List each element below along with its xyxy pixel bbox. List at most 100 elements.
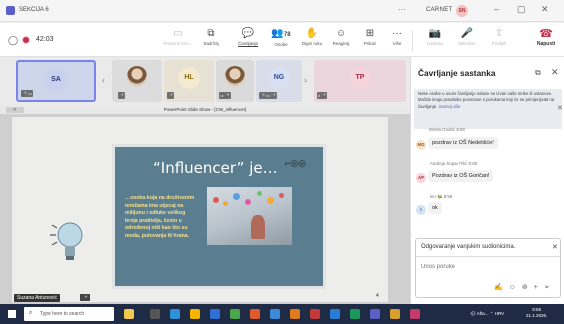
app-icon[interactable] bbox=[310, 309, 320, 319]
message-meta: Mirela Grubić 8:58 bbox=[429, 127, 465, 132]
app-icon[interactable] bbox=[170, 309, 180, 319]
chat-button[interactable]: 💬 Čavrljanje bbox=[233, 27, 263, 55]
slide-body: …osoba koja na društvenim mrežama ima ut… bbox=[125, 195, 195, 239]
maximize-button[interactable]: ▢ bbox=[517, 4, 526, 15]
app-icon[interactable] bbox=[230, 309, 240, 319]
divider bbox=[416, 256, 560, 257]
windows-taskbar: ⌕ Type here to search 🌨 Afta... ⌃ HRV 8:… bbox=[0, 304, 564, 324]
close-icon[interactable]: ✕ bbox=[551, 67, 559, 78]
participant-count: 78 bbox=[283, 32, 291, 38]
share-button[interactable]: ⇧ Podijeli bbox=[484, 27, 514, 55]
popout-icon[interactable]: ⧉ bbox=[535, 68, 541, 78]
chat-icon: 💬 bbox=[241, 28, 255, 39]
search-icon: ⌕ bbox=[29, 310, 33, 316]
external-participants-notice: Neke osobe u ovom čavrljanju nalaze se i… bbox=[414, 89, 562, 129]
grid-icon: ⊞ bbox=[365, 28, 375, 39]
shield-icon[interactable]: ◯ bbox=[8, 35, 18, 46]
message-avatar[interactable]: I bbox=[416, 205, 426, 215]
meeting-timer: 42:03 bbox=[36, 36, 54, 43]
message-meta: Andreja Šopar Pilić 8:58 bbox=[430, 161, 478, 166]
app-icon[interactable] bbox=[290, 309, 300, 319]
influencer-photo bbox=[207, 187, 292, 245]
smiley-icon: ☺ bbox=[335, 28, 347, 39]
meeting-chat-panel: Čavrljanje sastanka ⧉ ✕ Neke osobe u ovo… bbox=[410, 57, 564, 304]
reply-box: Odgovaranje vanjskim sudionicima. ✕ ✍☺⊛+… bbox=[415, 238, 561, 298]
phone-hangup-icon: ☎ bbox=[539, 28, 553, 40]
participant-photo bbox=[225, 66, 245, 86]
message-avatar[interactable]: AP bbox=[416, 173, 426, 183]
view-button[interactable]: ⊞ Prikaz bbox=[355, 27, 385, 55]
lightbulb-icon bbox=[50, 222, 83, 260]
participant-strip: SA 🎤 ▭ ‹ 🎤 HL 🎤 ▭ 🎤 NG 🎤 ▭ 🎤 › TP ıl 🎤 bbox=[0, 57, 410, 106]
app-icon[interactable] bbox=[410, 309, 420, 319]
participant-tile[interactable]: NG 🎤 ▭ 🎤 bbox=[256, 60, 302, 102]
content-button[interactable]: ⧉ Sadržaj bbox=[196, 27, 226, 55]
people-button[interactable]: 👥78 Osobe bbox=[266, 27, 296, 55]
live-captions-button: ▭ Prozorni kon... bbox=[163, 28, 193, 46]
camera-icon: 📷 bbox=[428, 28, 442, 39]
share-icon: ⇧ bbox=[494, 28, 504, 39]
edge-icon[interactable] bbox=[270, 309, 280, 319]
app-icon[interactable] bbox=[330, 309, 340, 319]
chevron-right-icon[interactable]: › bbox=[304, 75, 307, 85]
glasses-icon: ⌐◎◎ bbox=[285, 158, 306, 168]
leave-button[interactable]: ☎ Napusti bbox=[530, 27, 562, 55]
recording-indicator-icon bbox=[22, 36, 30, 44]
share-tag: ⇱ bbox=[6, 107, 24, 113]
teams-taskbar-icon[interactable] bbox=[370, 309, 380, 319]
participant-tile[interactable]: HL 🎤 bbox=[164, 60, 214, 102]
participant-avatar: SA bbox=[45, 69, 67, 91]
participant-avatar: NG bbox=[268, 67, 290, 89]
captions-icon: ▭ bbox=[173, 28, 183, 39]
taskbar-clock[interactable]: 8:58 21.1.2026. bbox=[526, 307, 547, 319]
app-icon[interactable] bbox=[210, 309, 220, 319]
close-notice-icon[interactable]: ✕ bbox=[557, 104, 563, 112]
mic-off-icon: ıl 🎤 bbox=[317, 92, 328, 99]
camera-button[interactable]: 📷 Kamera bbox=[420, 27, 450, 55]
hand-icon: ✋ bbox=[305, 28, 319, 39]
presenter-mic-icon: 🎤 bbox=[80, 294, 90, 301]
chat-message: Pozdrav iz OŠ Goričan! bbox=[428, 170, 494, 182]
chat-title: Čavrljanje sastanka bbox=[418, 68, 496, 78]
close-window-button[interactable]: ✕ bbox=[541, 4, 549, 15]
sharing-title: PowerPoint Slide Show - [CW_influencer] bbox=[0, 106, 410, 114]
compose-actions[interactable]: ✍☺⊛+➢ bbox=[494, 283, 556, 291]
organization-name: CARNET bbox=[426, 7, 453, 13]
shared-screen-stage: PowerPoint Slide Show - [CW_influencer] … bbox=[0, 106, 410, 304]
message-input[interactable] bbox=[421, 261, 551, 273]
message-avatar[interactable]: MG bbox=[416, 140, 426, 150]
window-title: SEKCIJA 6 bbox=[19, 7, 49, 13]
widget-icon[interactable] bbox=[124, 309, 134, 319]
microphone-icon: 🎤 bbox=[460, 28, 474, 39]
task-view-icon[interactable] bbox=[150, 309, 160, 319]
more-options-icon[interactable]: ··· bbox=[398, 5, 406, 14]
minimize-button[interactable]: – bbox=[494, 4, 499, 14]
app-icon[interactable] bbox=[390, 309, 400, 319]
chevron-left-icon[interactable]: ‹ bbox=[102, 75, 105, 85]
app-icon[interactable] bbox=[350, 309, 360, 319]
presentation-slide: “Influencer” je… ⌐◎◎ …osoba koja na druš… bbox=[12, 117, 388, 302]
system-tray[interactable]: 🌨 Afta... ⌃ HRV bbox=[470, 311, 504, 317]
react-button[interactable]: ☺ Reagiraj bbox=[326, 27, 356, 55]
taskbar-search[interactable]: ⌕ Type here to search bbox=[24, 307, 114, 321]
mic-off-icon: 🎤 bbox=[118, 92, 125, 99]
participant-tile[interactable]: SA 🎤 ▭ bbox=[16, 60, 96, 102]
mic-off-icon: 🎤 ▭ bbox=[21, 90, 33, 97]
participant-tile[interactable]: ▭ 🎤 bbox=[216, 60, 254, 102]
close-reply-icon[interactable]: ✕ bbox=[552, 243, 558, 251]
more-button[interactable]: ··· Više bbox=[382, 27, 412, 55]
learn-more-link[interactable]: Saznaj više bbox=[439, 104, 461, 109]
raise-hand-button[interactable]: ✋ Digni ruku bbox=[297, 27, 327, 55]
toolbar-divider bbox=[412, 31, 413, 51]
app-icon[interactable] bbox=[250, 309, 260, 319]
ellipsis-icon: ··· bbox=[392, 28, 402, 39]
file-explorer-icon[interactable] bbox=[190, 309, 200, 319]
people-icon: 👥78 bbox=[271, 28, 291, 39]
user-avatar[interactable]: SN bbox=[456, 5, 468, 17]
windows-start-icon[interactable] bbox=[8, 310, 16, 318]
microphone-button[interactable]: 🎤 Mikrofon bbox=[452, 27, 482, 55]
participant-tile[interactable]: TP ıl 🎤 bbox=[314, 60, 406, 102]
reply-label: Odgovaranje vanjskim sudionicima. bbox=[421, 244, 516, 250]
teams-app-icon bbox=[6, 6, 15, 15]
participant-tile[interactable]: 🎤 bbox=[112, 60, 162, 102]
